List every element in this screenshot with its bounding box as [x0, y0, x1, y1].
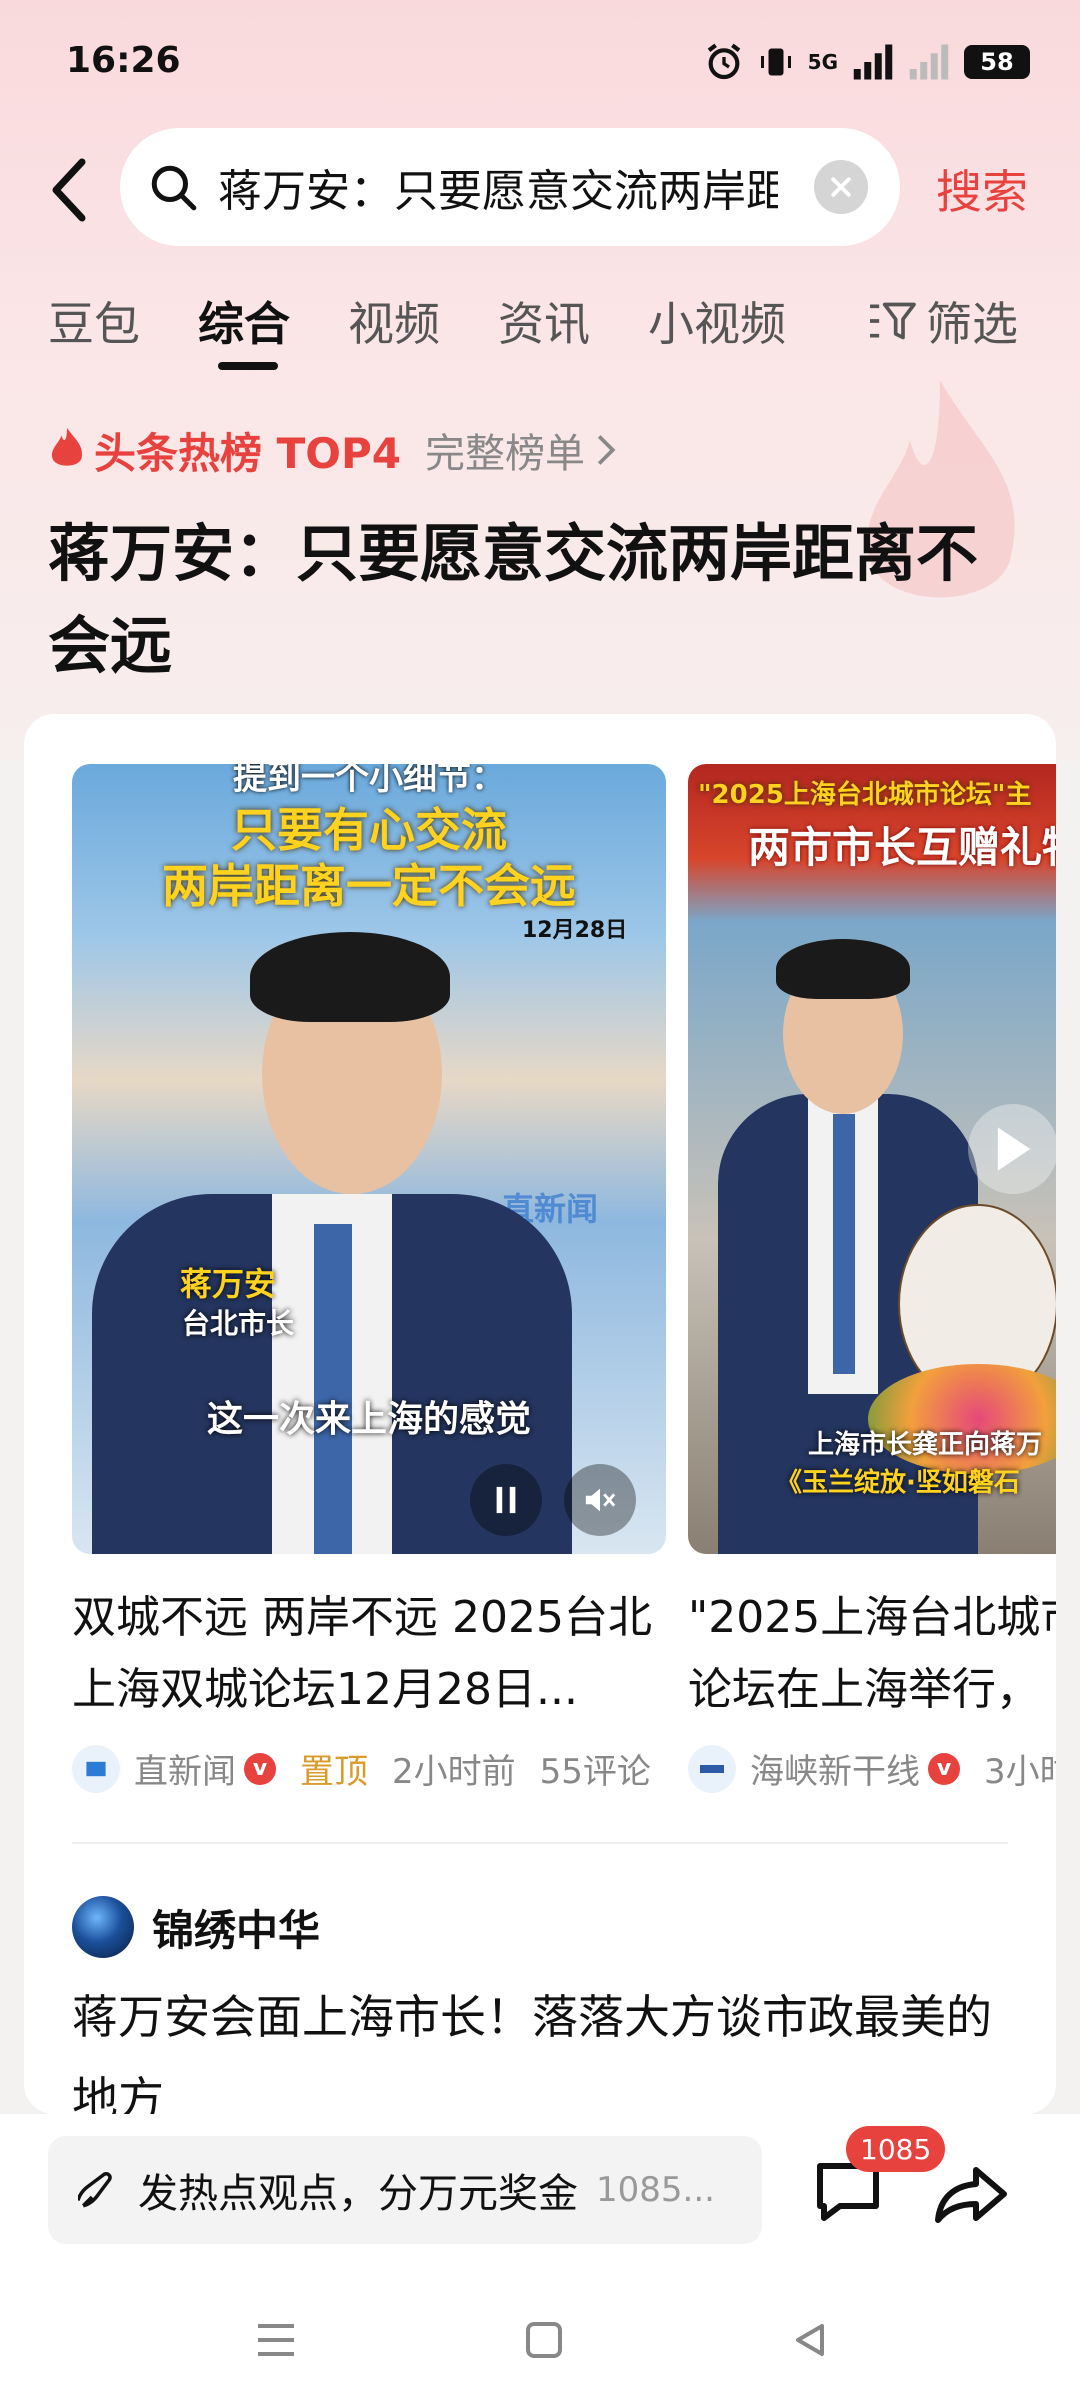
pen-icon — [78, 2172, 112, 2208]
back-button[interactable] — [40, 150, 100, 230]
mute-button[interactable] — [564, 1464, 636, 1536]
bottom-action-bar: 发热点观点，分万元奖金 1085... 1085 — [0, 2114, 1080, 2284]
tab-short-video[interactable]: 小视频 — [648, 288, 786, 354]
hot-rank-row[interactable]: 头条热榜 TOP4 完整榜单 — [48, 420, 617, 480]
play-button[interactable] — [968, 1104, 1056, 1194]
divider — [72, 1842, 1008, 1844]
filter-button[interactable]: 筛选 — [868, 288, 1018, 354]
tab-video[interactable]: 视频 — [348, 288, 440, 354]
search-query: 蒋万安：只要愿意交流两岸距离不会远 — [218, 166, 778, 217]
author-name: 锦绣中华 — [152, 1905, 321, 1955]
chevron-left-icon — [52, 158, 86, 222]
comment-count-hint: 1085... — [596, 2170, 715, 2210]
source-name[interactable]: 海峡新干线 — [750, 1744, 920, 1793]
video-subtitle: 这一次来上海的感觉 — [206, 1399, 531, 1440]
full-list-link[interactable]: 完整榜单 — [425, 421, 585, 479]
comment-input[interactable]: 发热点观点，分万元奖金 1085... — [48, 2136, 762, 2244]
signal-icon — [853, 44, 893, 80]
avatar — [72, 1896, 134, 1958]
article-title[interactable]: 蒋万安会面上海市长！落落大方谈市政最美的地方 — [72, 1976, 1012, 2114]
clear-search-button[interactable] — [814, 160, 868, 214]
video-carousel: 提到一个小细节： 只要有心交流 两岸距离一定不会远 12月28日 直新闻 蒋万安… — [72, 764, 1056, 1793]
video-thumbnail[interactable]: "2025上海台北城市论坛"主 两市市长互赠礼物 上海市长龚正向蒋万 《玉兰绽放… — [688, 764, 1056, 1554]
muted-speaker-icon — [585, 1488, 616, 1512]
signal-weak-icon — [909, 44, 949, 80]
verified-icon: v — [244, 1752, 276, 1785]
tab-doubao[interactable]: 豆包 — [48, 288, 140, 354]
search-icon — [151, 165, 197, 211]
tab-all[interactable]: 综合 — [198, 288, 290, 354]
back-triangle-icon — [796, 2324, 824, 2356]
source-logo-icon — [72, 1744, 120, 1793]
pinned-label: 置顶 — [300, 1752, 368, 1792]
video-meta: 直新闻 v 置顶 2小时前 55评论 — [72, 1744, 666, 1793]
system-nav-bar — [0, 2284, 1080, 2400]
hot-headline[interactable]: 蒋万安：只要愿意交流两岸距离不会远 — [48, 508, 1008, 692]
filter-label: 筛选 — [926, 297, 1018, 351]
verified-icon: v — [928, 1752, 960, 1785]
nav-menu-button[interactable] — [246, 2310, 306, 2370]
video-thumbnail[interactable]: 提到一个小细节： 只要有心交流 两岸距离一定不会远 12月28日 直新闻 蒋万安… — [72, 764, 666, 1554]
video-overlay-line2: 两岸距离一定不会远 — [162, 859, 576, 913]
filter-icon — [870, 302, 916, 340]
nav-home-button[interactable] — [514, 2310, 574, 2370]
vibrate-icon — [760, 48, 791, 76]
status-bar: 16:26 5G 58 — [0, 0, 1080, 120]
video-date: 12月28日 — [522, 918, 628, 943]
fire-icon — [51, 427, 83, 466]
comment-count: 55评论 — [539, 1752, 651, 1792]
search-input[interactable]: 蒋万安：只要愿意交流两岸距离不会远 — [120, 128, 900, 246]
source-logo-icon — [688, 1744, 736, 1793]
comment-badge: 1085 — [846, 2126, 946, 2172]
tab-news[interactable]: 资讯 — [498, 288, 590, 354]
video-overlay-line1: 两市市长互赠礼物 — [748, 823, 1056, 872]
video-subtitle-line1: 上海市长龚正向蒋万 — [808, 1430, 1043, 1460]
active-tab-indicator — [218, 362, 278, 370]
result-card: 提到一个小细节： 只要有心交流 两岸距离一定不会远 12月28日 直新闻 蒋万安… — [24, 714, 1056, 2114]
close-icon — [831, 177, 851, 197]
play-icon — [997, 1127, 1031, 1171]
share-arrow-icon — [935, 2167, 1007, 2223]
search-tabs: 豆包 综合 视频 资讯 小视频 筛选 — [48, 288, 1048, 378]
network-type: 5G — [807, 50, 838, 74]
share-button[interactable] — [932, 2154, 1012, 2234]
comment-placeholder: 发热点观点，分万元奖金 — [138, 2171, 578, 2217]
search-button[interactable]: 搜索 — [936, 156, 1028, 222]
status-time: 16:26 — [66, 40, 181, 81]
video-name-tag: 蒋万安 — [180, 1265, 277, 1303]
menu-icon — [258, 2324, 294, 2356]
nav-back-button[interactable] — [780, 2310, 840, 2370]
video-title[interactable]: 双城不远 两岸不远 2025台北上海双城论坛12月28日... — [72, 1582, 666, 1732]
article-author[interactable]: 锦绣中华 — [72, 1896, 320, 1958]
hot-rank-label: 头条热榜 TOP4 — [94, 428, 401, 478]
pause-button[interactable] — [470, 1464, 542, 1536]
source-name[interactable]: 直新闻 — [134, 1744, 236, 1793]
video-meta: 海峡新干线 v 3小时 — [688, 1744, 1056, 1793]
chevron-right-icon — [597, 435, 616, 465]
video-title[interactable]: "2025上海台北城市论坛在上海举行， — [688, 1582, 1056, 1732]
battery-indicator: 58 — [964, 45, 1030, 79]
pause-icon — [496, 1486, 516, 1514]
video-role-tag: 台北市长 — [182, 1307, 295, 1340]
post-time: 3小时 — [984, 1752, 1056, 1792]
video-subtitle-line2: 《玉兰绽放·坚如磐石 — [776, 1468, 1020, 1498]
video-overlay-top: "2025上海台北城市论坛"主 — [698, 780, 1032, 810]
home-square-icon — [526, 2322, 562, 2358]
status-icons: 5G 58 — [704, 38, 1030, 86]
alarm-icon — [707, 43, 740, 80]
post-time: 2小时前 — [392, 1752, 516, 1792]
